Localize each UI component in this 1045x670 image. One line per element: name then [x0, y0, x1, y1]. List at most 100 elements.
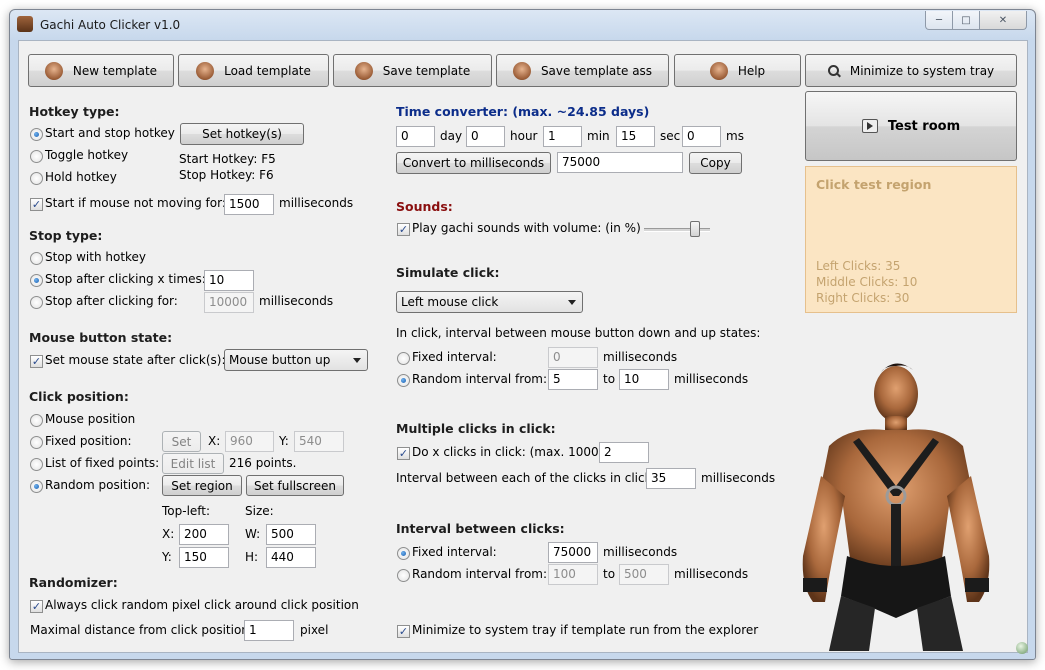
list-fixed-points-label[interactable]: List of fixed points: — [45, 456, 159, 470]
volume-slider-thumb[interactable] — [690, 221, 701, 237]
simulate-click-select[interactable]: Left mouse click — [396, 291, 583, 313]
face-icon — [196, 61, 215, 80]
between-to-input[interactable]: 500 — [619, 564, 669, 585]
edit-list-button[interactable]: Edit list — [162, 453, 224, 474]
do-x-clicks-input[interactable]: 2 — [599, 442, 649, 463]
globe-icon — [1016, 642, 1028, 654]
set-fullscreen-button[interactable]: Set fullscreen — [246, 475, 344, 496]
test-room-button[interactable]: Test room — [805, 91, 1017, 161]
middle-clicks-count: Middle Clicks: 10 — [816, 275, 918, 289]
hour-input[interactable]: 0 — [466, 126, 505, 147]
fixed-y-label: Y: — [279, 434, 289, 448]
stop-after-for-radio[interactable] — [30, 296, 43, 309]
stop-x-times-input[interactable]: 10 — [204, 270, 254, 291]
fixed-position-radio[interactable] — [30, 436, 43, 449]
do-x-clicks-label[interactable]: Do x clicks in click: (max. 1000) — [412, 445, 603, 459]
always-random-label[interactable]: Always click random pixel click around c… — [45, 598, 359, 612]
stop-with-hotkey-radio[interactable] — [30, 252, 43, 265]
ms-label: ms — [726, 129, 744, 143]
always-random-checkbox[interactable]: ✓ — [30, 600, 43, 613]
max-distance-input[interactable]: 1 — [244, 620, 294, 641]
ms-input[interactable]: 0 — [682, 126, 721, 147]
down-up-fixed-label[interactable]: Fixed interval: — [412, 350, 497, 364]
load-template-label: Load template — [224, 63, 311, 78]
between-from-input[interactable]: 100 — [548, 564, 598, 585]
interval-each-click-input[interactable]: 35 — [646, 468, 696, 489]
set-fixed-position-button[interactable]: Set — [162, 431, 201, 452]
start-stop-hotkey-radio[interactable] — [30, 128, 43, 141]
fixed-x-input[interactable]: 960 — [225, 431, 274, 452]
down-up-random-radio[interactable] — [397, 374, 410, 387]
between-random-label[interactable]: Random interval from: — [412, 567, 547, 581]
random-x-input[interactable]: 200 — [179, 524, 229, 545]
set-region-button[interactable]: Set region — [162, 475, 242, 496]
sec-input[interactable]: 15 — [616, 126, 655, 147]
save-template-as-button[interactable]: Save template ass — [496, 54, 669, 87]
not-moving-ms-input[interactable]: 1500 — [224, 194, 274, 215]
set-hotkeys-button[interactable]: Set hotkey(s) — [180, 123, 304, 145]
mouse-state-select[interactable]: Mouse button up — [224, 349, 368, 371]
main-panel: New template Load template Save template… — [18, 40, 1028, 654]
click-test-region[interactable]: Click test region Left Clicks: 35 Middle… — [805, 166, 1017, 313]
play-sounds-label[interactable]: Play gachi sounds with volume: (in %) — [412, 221, 641, 235]
set-mouse-state-checkbox[interactable]: ✓ — [30, 355, 43, 368]
set-mouse-state-label[interactable]: Set mouse state after click(s): — [45, 353, 226, 367]
mouse-position-radio[interactable] — [30, 414, 43, 427]
between-fixed-input[interactable]: 75000 — [548, 542, 598, 563]
stop-with-hotkey-label[interactable]: Stop with hotkey — [45, 250, 146, 264]
min-input[interactable]: 1 — [543, 126, 582, 147]
down-up-fixed-input[interactable]: 0 — [548, 347, 598, 368]
close-window-button[interactable]: ✕ — [979, 11, 1027, 30]
down-up-from-input[interactable]: 5 — [548, 369, 598, 390]
random-h-label: H: — [245, 550, 259, 564]
between-random-radio[interactable] — [397, 569, 410, 582]
down-up-random-label[interactable]: Random interval from: — [412, 372, 547, 386]
random-y-input[interactable]: 150 — [179, 547, 229, 568]
start-if-not-moving-checkbox[interactable]: ✓ — [30, 198, 43, 211]
random-w-input[interactable]: 500 — [266, 524, 316, 545]
minimize-explorer-label[interactable]: Minimize to system tray if template run … — [412, 623, 758, 637]
day-input[interactable]: 0 — [396, 126, 435, 147]
minimize-explorer-checkbox[interactable]: ✓ — [397, 625, 410, 638]
stop-after-for-label[interactable]: Stop after clicking for: — [45, 294, 178, 308]
play-sounds-checkbox[interactable]: ✓ — [397, 223, 410, 236]
maximize-window-button[interactable]: □ — [952, 11, 980, 30]
toggle-hotkey-radio[interactable] — [30, 150, 43, 163]
list-fixed-points-radio[interactable] — [30, 458, 43, 471]
toggle-hotkey-label[interactable]: Toggle hotkey — [45, 148, 128, 162]
between-fixed-radio[interactable] — [397, 547, 410, 560]
do-x-clicks-checkbox[interactable]: ✓ — [397, 447, 410, 460]
hold-hotkey-label[interactable]: Hold hotkey — [45, 170, 117, 184]
app-window: Gachi Auto Clicker v1.0 ─ □ ✕ New templa… — [9, 9, 1036, 660]
new-template-button[interactable]: New template — [28, 54, 174, 87]
stop-after-x-times-radio[interactable] — [30, 274, 43, 287]
fixed-y-input[interactable]: 540 — [294, 431, 344, 452]
random-position-label[interactable]: Random position: — [45, 478, 150, 492]
down-up-fixed-radio[interactable] — [397, 352, 410, 365]
random-position-radio[interactable] — [30, 480, 43, 493]
stop-after-x-times-label[interactable]: Stop after clicking x times: — [45, 272, 206, 286]
title-bar[interactable]: Gachi Auto Clicker v1.0 ─ □ ✕ — [10, 10, 1035, 40]
start-stop-hotkey-label[interactable]: Start and stop hotkey — [45, 126, 175, 140]
converted-ms-input[interactable]: 75000 — [557, 152, 683, 173]
convert-ms-button[interactable]: Convert to milliseconds — [396, 152, 551, 174]
random-x-label: X: — [162, 527, 175, 541]
face-icon — [44, 61, 63, 80]
copy-button[interactable]: Copy — [689, 152, 742, 174]
load-template-button[interactable]: Load template — [178, 54, 329, 87]
stop-for-ms-input[interactable]: 10000 — [204, 292, 254, 313]
save-template-button[interactable]: Save template — [333, 54, 492, 87]
down-up-to-input[interactable]: 10 — [619, 369, 669, 390]
random-h-input[interactable]: 440 — [266, 547, 316, 568]
left-clicks-count: Left Clicks: 35 — [816, 259, 901, 273]
start-if-not-moving-label[interactable]: Start if mouse not moving for: — [45, 196, 226, 210]
fixed-position-label[interactable]: Fixed position: — [45, 434, 131, 448]
help-button[interactable]: Help — [674, 54, 801, 87]
minimize-tray-button[interactable]: Minimize to system tray — [805, 54, 1017, 87]
volume-slider-track[interactable] — [644, 228, 710, 232]
minimize-window-button[interactable]: ─ — [925, 11, 953, 30]
mouse-position-label[interactable]: Mouse position — [45, 412, 135, 426]
between-fixed-label[interactable]: Fixed interval: — [412, 545, 497, 559]
hold-hotkey-radio[interactable] — [30, 172, 43, 185]
simulate-click-heading: Simulate click: — [396, 265, 500, 280]
